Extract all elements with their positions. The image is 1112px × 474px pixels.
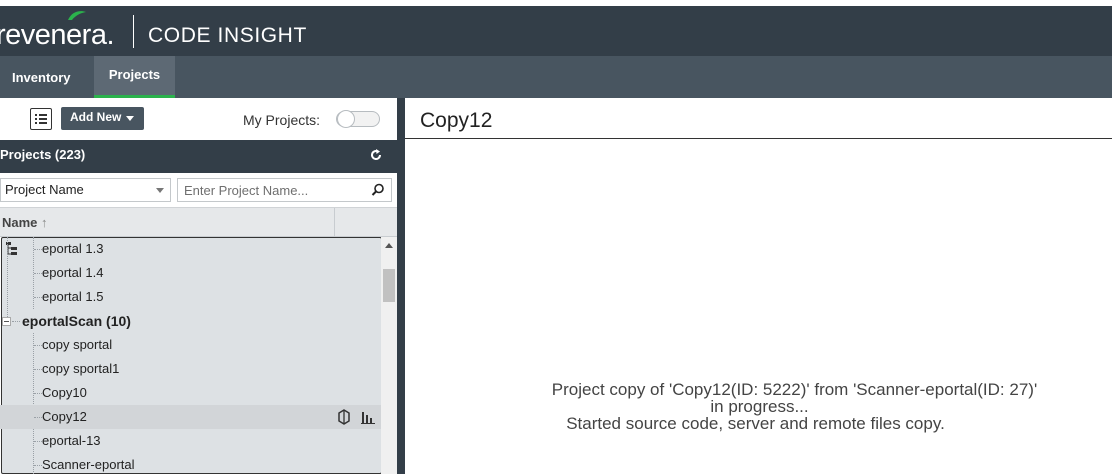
tree-item[interactable]: eportal 1.5 — [0, 285, 381, 309]
tree-item[interactable]: Copy10 — [0, 381, 381, 405]
tree-group[interactable]: eportalScan (10) — [0, 309, 381, 333]
tree-connector — [34, 369, 42, 370]
my-projects-toggle[interactable] — [336, 110, 380, 128]
tree-item-label: Copy12 — [42, 409, 87, 424]
toggle-knob — [337, 110, 355, 128]
scroll-up-icon[interactable] — [385, 243, 393, 248]
status-line-3: Started source code, server and remote f… — [566, 414, 945, 433]
tree-connector — [34, 393, 42, 394]
product-name: CODE INSIGHT — [148, 24, 307, 47]
logo-divider — [133, 15, 134, 48]
list-view-button[interactable] — [30, 108, 52, 130]
leaf-icon — [68, 11, 86, 20]
my-projects-label: My Projects: — [243, 112, 321, 128]
projects-header: Projects (223) — [0, 140, 397, 173]
tab-projects[interactable]: Projects — [94, 56, 175, 98]
list-view-icon — [35, 114, 47, 124]
projects-panel: Add New My Projects: Projects (223) Proj… — [0, 98, 397, 474]
tree-item[interactable]: eportal-13 — [0, 429, 381, 453]
tree-item[interactable]: Scanner-eportal — [0, 453, 381, 474]
scroll-thumb[interactable] — [383, 269, 395, 302]
title-underline — [405, 138, 1112, 139]
projects-count: Projects (223) — [0, 147, 86, 162]
tree-connector — [34, 273, 42, 274]
filter-field-select[interactable]: Project Name — [0, 178, 171, 202]
bar-chart-icon[interactable] — [361, 409, 375, 425]
add-new-label: Add New — [70, 110, 122, 124]
chevron-down-icon — [156, 188, 164, 193]
tree-item-label: eportal 1.5 — [42, 289, 104, 304]
tree-item-label: eportal 1.3 — [42, 241, 104, 256]
tree-item-label: eportal 1.4 — [42, 265, 104, 280]
tab-inventory[interactable]: Inventory — [12, 57, 71, 99]
tree-connector — [34, 249, 42, 250]
tree-item[interactable]: copy sportal — [0, 333, 381, 357]
status-line-1: Project copy of 'Copy12(ID: 5222)' from … — [551, 380, 1038, 399]
refresh-icon[interactable] — [370, 149, 382, 161]
tree-connector — [34, 417, 42, 418]
tree-item[interactable]: copy sportal1 — [0, 357, 381, 381]
project-detail-panel: Copy12 Project copy of 'Copy12(ID: 5222)… — [405, 98, 1112, 474]
column-divider — [334, 208, 335, 237]
collapse-icon[interactable] — [2, 317, 11, 326]
tree-connector — [34, 465, 42, 466]
tree-item-label: Scanner-eportal — [42, 457, 135, 472]
search-icon[interactable] — [371, 183, 385, 197]
filter-row: Project Name — [0, 173, 397, 207]
tree-item-label: Copy10 — [42, 385, 87, 400]
tree-item[interactable]: eportal 1.4 — [0, 261, 381, 285]
tree-group-label: eportalScan (10) — [22, 313, 131, 329]
scan-icon[interactable] — [337, 409, 351, 425]
tree-item[interactable]: eportal 1.3 — [0, 237, 381, 261]
name-column-header[interactable]: Name ↑ — [0, 207, 397, 237]
column-name-text: Name — [2, 215, 38, 230]
main-nav: Inventory Projects — [0, 56, 1112, 98]
tree-connector — [34, 297, 42, 298]
projects-toolbar: Add New My Projects: — [0, 98, 397, 474]
project-tree: eportal 1.3 eportal 1.4 eportal 1.5 epor… — [0, 237, 381, 474]
chevron-down-icon — [126, 116, 134, 121]
tree-scrollbar[interactable] — [381, 237, 397, 474]
revenera-logo: revenera. — [0, 11, 115, 52]
row-actions — [331, 409, 375, 425]
project-search-box — [177, 178, 392, 202]
status-line-2: in progress... — [710, 397, 809, 416]
add-new-button[interactable]: Add New — [61, 107, 144, 130]
tree-item-selected[interactable]: Copy12 — [0, 405, 381, 429]
project-search-input[interactable] — [178, 179, 363, 201]
tree-item-label: eportal-13 — [42, 433, 101, 448]
tree-connector — [12, 321, 20, 322]
tree-connector — [34, 345, 42, 346]
brand-bar: revenera. CODE INSIGHT — [0, 6, 1112, 56]
sort-ascending-icon: ↑ — [41, 215, 48, 230]
logo-text: revenera. — [0, 19, 115, 51]
tree-connector — [34, 441, 42, 442]
project-title: Copy12 — [420, 109, 493, 132]
tree-item-label: copy sportal — [42, 337, 113, 352]
copy-status-message: Project copy of 'Copy12(ID: 5222)' from … — [405, 381, 1112, 432]
tree-item-label: copy sportal1 — [42, 361, 120, 376]
filter-field-value: Project Name — [5, 182, 84, 197]
name-column-label: Name ↑ — [2, 215, 48, 230]
